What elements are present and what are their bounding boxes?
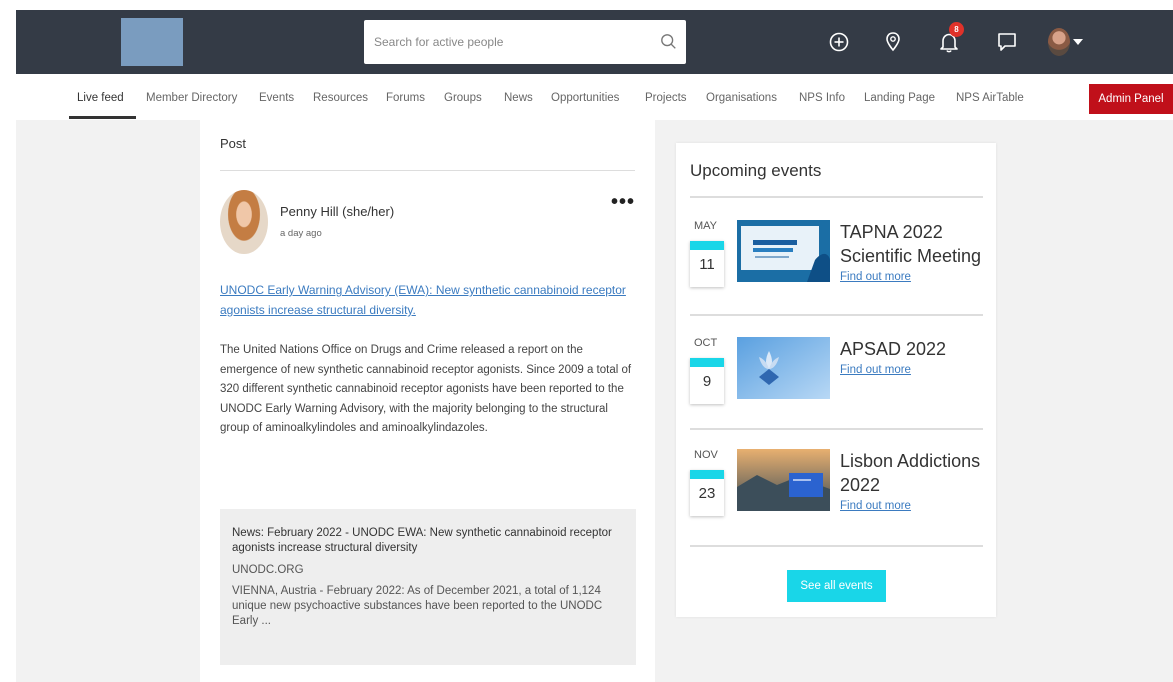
search-icon[interactable] — [660, 33, 678, 51]
event-item: OCT 9 APSAD 2022 Find out more — [690, 337, 983, 437]
find-out-more-link[interactable]: Find out more — [840, 499, 990, 513]
search-input[interactable] — [364, 20, 644, 64]
divider — [690, 314, 983, 316]
link-preview-card[interactable]: News: February 2022 - UNODC EWA: New syn… — [220, 509, 636, 665]
admin-panel-button[interactable]: Admin Panel — [1089, 84, 1173, 114]
top-bar: 8 — [16, 10, 1173, 74]
nav-landing-page[interactable]: Landing Page — [864, 92, 935, 104]
user-avatar — [1048, 28, 1070, 56]
nav-live-feed[interactable]: Live feed — [77, 92, 124, 104]
find-out-more-link[interactable]: Find out more — [840, 270, 990, 284]
nav-events[interactable]: Events — [259, 92, 294, 104]
user-menu[interactable] — [1048, 28, 1083, 56]
see-all-events-button[interactable]: See all events — [787, 570, 886, 602]
divider — [690, 196, 983, 198]
page: 8 Live feed Member Directory Events Reso… — [16, 10, 1173, 682]
event-date-badge: 11 — [690, 241, 724, 287]
event-thumbnail[interactable] — [737, 449, 830, 511]
event-title[interactable]: Lisbon Addictions 2022 — [840, 451, 980, 495]
event-day: 9 — [702, 373, 712, 390]
event-date-badge: 23 — [690, 470, 724, 516]
chat-icon[interactable] — [992, 27, 1022, 57]
notification-bell-icon[interactable]: 8 — [934, 22, 964, 57]
divider — [220, 170, 635, 171]
nav-forums[interactable]: Forums — [386, 92, 425, 104]
event-date-badge: 9 — [690, 358, 724, 404]
event-item: MAY 11 TAPNA 2022 Scientific Meeting Fin… — [690, 220, 983, 320]
event-month: NOV — [694, 449, 718, 461]
post-link[interactable]: UNODC Early Warning Advisory (EWA): New … — [220, 280, 640, 320]
preview-title: News: February 2022 - UNODC EWA: New syn… — [232, 527, 612, 554]
event-title[interactable]: TAPNA 2022 Scientific Meeting — [840, 222, 981, 266]
event-thumbnail[interactable] — [737, 337, 830, 399]
event-item: NOV 23 Lisbon Addictions 2022 Find out m… — [690, 449, 983, 549]
event-title-block: APSAD 2022 Find out more — [840, 337, 990, 377]
post-card: Post Penny Hill (she/her) a day ago ••• … — [200, 120, 655, 682]
find-out-more-link[interactable]: Find out more — [840, 363, 990, 377]
location-pin-icon[interactable] — [878, 27, 908, 57]
nav-resources[interactable]: Resources — [313, 92, 368, 104]
nav-organisations[interactable]: Organisations — [706, 92, 777, 104]
nav-opportunities[interactable]: Opportunities — [551, 92, 619, 104]
event-title-block: TAPNA 2022 Scientific Meeting Find out m… — [840, 220, 990, 284]
event-day: 23 — [698, 485, 716, 502]
main-nav: Live feed Member Directory Events Resour… — [16, 74, 1173, 120]
nav-projects[interactable]: Projects — [645, 92, 687, 104]
nav-member-directory[interactable]: Member Directory — [146, 92, 237, 104]
post-body: The United Nations Office on Drugs and C… — [220, 344, 632, 434]
event-title[interactable]: APSAD 2022 — [840, 339, 946, 359]
nav-nps-airtable[interactable]: NPS AirTable — [956, 92, 1024, 104]
event-title-block: Lisbon Addictions 2022 Find out more — [840, 449, 990, 513]
chevron-down-icon — [1073, 39, 1083, 45]
add-circle-icon[interactable] — [824, 27, 854, 57]
nav-news[interactable]: News — [504, 92, 533, 104]
nav-groups[interactable]: Groups — [444, 92, 482, 104]
events-heading: Upcoming events — [690, 161, 822, 180]
search-box — [364, 20, 686, 64]
post-heading: Post — [220, 136, 247, 151]
divider — [690, 545, 983, 547]
more-options-icon[interactable]: ••• — [611, 192, 635, 212]
nav-nps-info[interactable]: NPS Info — [799, 92, 845, 104]
notification-badge: 8 — [949, 22, 964, 37]
upcoming-events-card: Upcoming events MAY 11 TAPNA 2022 Scient… — [676, 143, 996, 617]
preview-domain: UNODC.ORG — [232, 564, 304, 576]
post-timestamp: a day ago — [280, 228, 322, 239]
divider — [690, 428, 983, 430]
event-month: OCT — [694, 337, 718, 349]
author-avatar[interactable] — [220, 190, 268, 254]
author-name[interactable]: Penny Hill (she/her) — [280, 204, 394, 219]
active-tab-indicator — [69, 116, 136, 119]
event-day: 11 — [699, 256, 715, 273]
event-thumbnail[interactable] — [737, 220, 830, 282]
preview-description: VIENNA, Austria - February 2022: As of D… — [232, 585, 603, 627]
event-month: MAY — [694, 220, 718, 232]
site-logo[interactable] — [121, 18, 183, 66]
